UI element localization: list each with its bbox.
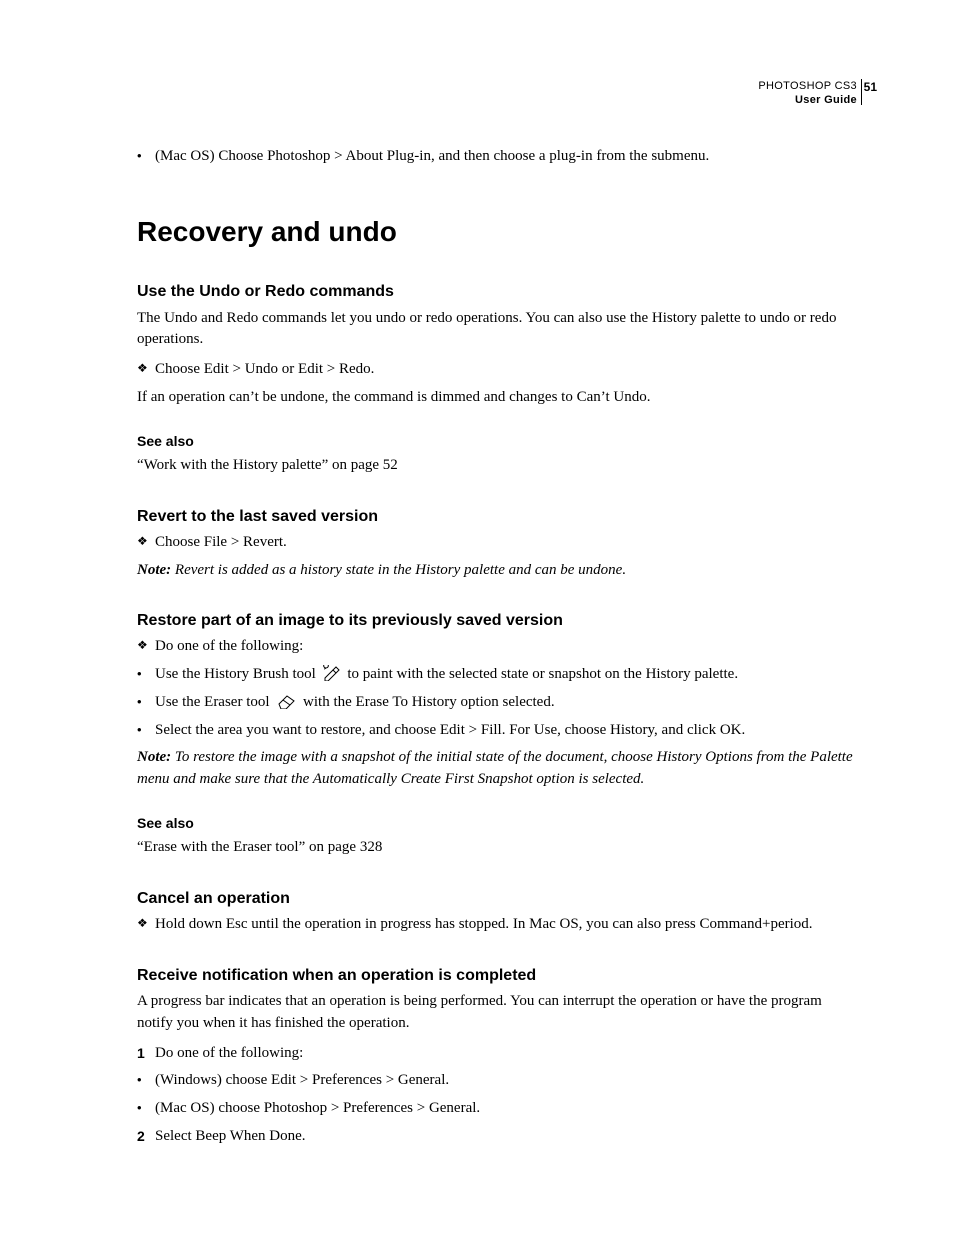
list-item: • (Windows) choose Edit > Preferences > … xyxy=(137,1070,857,1092)
numbered-step: 1 Do one of the following: xyxy=(137,1043,857,1065)
body-text: Select Beep When Done. xyxy=(155,1126,306,1148)
text-fragment: Use the History Brush tool xyxy=(155,666,320,682)
list-item: • Use the History Brush tool to paint wi… xyxy=(137,664,857,686)
see-also-heading: See also xyxy=(137,431,857,451)
step-number: 1 xyxy=(137,1043,155,1065)
note-label: Note: xyxy=(137,562,171,578)
page-content: • (Mac OS) Choose Photoshop > About Plug… xyxy=(137,146,857,1148)
body-text: Use the Eraser tool with the Erase To Hi… xyxy=(155,692,555,714)
running-header: PHOTOSHOP CS3 User Guide xyxy=(758,80,857,108)
note-label: Note: xyxy=(137,749,171,765)
body-text: Choose File > Revert. xyxy=(155,532,287,554)
diamond-icon: ❖ xyxy=(137,359,155,381)
list-item: • (Mac OS) Choose Photoshop > About Plug… xyxy=(137,146,857,168)
header-rule xyxy=(861,79,862,105)
body-text: Use the History Brush tool to paint with… xyxy=(155,664,738,686)
body-text: Do one of the following: xyxy=(155,1043,303,1065)
history-brush-icon xyxy=(323,665,341,681)
diamond-icon: ❖ xyxy=(137,636,155,658)
body-text: (Mac OS) Choose Photoshop > About Plug-i… xyxy=(155,146,709,168)
diamond-icon: ❖ xyxy=(137,914,155,936)
note-body: To restore the image with a snapshot of … xyxy=(137,749,853,787)
body-text: Select the area you want to restore, and… xyxy=(155,720,745,742)
body-text: (Windows) choose Edit > Preferences > Ge… xyxy=(155,1070,449,1092)
body-text: Choose Edit > Undo or Edit > Redo. xyxy=(155,359,374,381)
bullet-icon: • xyxy=(137,1098,155,1120)
subheading-notify: Receive notification when an operation i… xyxy=(137,964,857,987)
body-text: A progress bar indicates that an operati… xyxy=(137,991,857,1035)
diamond-icon: ❖ xyxy=(137,532,155,554)
page: PHOTOSHOP CS3 User Guide 51 • (Mac OS) C… xyxy=(0,0,954,1235)
page-number: 51 xyxy=(864,80,877,94)
section-heading: Recovery and undo xyxy=(137,212,857,253)
list-item: • Use the Eraser tool with the Erase To … xyxy=(137,692,857,714)
note: Note: To restore the image with a snapsh… xyxy=(137,747,857,791)
eraser-icon xyxy=(276,695,296,709)
text-fragment: Use the Eraser tool xyxy=(155,694,273,710)
bullet-icon: • xyxy=(137,692,155,714)
numbered-step: 2 Select Beep When Done. xyxy=(137,1126,857,1148)
body-text: If an operation can’t be undone, the com… xyxy=(137,387,857,409)
note-body: Revert is added as a history state in th… xyxy=(171,562,626,578)
bullet-icon: • xyxy=(137,664,155,686)
cross-reference: “Erase with the Eraser tool” on page 328 xyxy=(137,837,857,859)
text-fragment: with the Erase To History option selecte… xyxy=(303,694,555,710)
list-item: • (Mac OS) choose Photoshop > Preference… xyxy=(137,1098,857,1120)
body-text: Do one of the following: xyxy=(155,636,303,658)
note: Note: Revert is added as a history state… xyxy=(137,560,857,582)
body-text: The Undo and Redo commands let you undo … xyxy=(137,308,857,352)
step-item: ❖ Choose File > Revert. xyxy=(137,532,857,554)
subheading-cancel: Cancel an operation xyxy=(137,887,857,910)
see-also-heading: See also xyxy=(137,813,857,833)
step-number: 2 xyxy=(137,1126,155,1148)
step-item: ❖ Hold down Esc until the operation in p… xyxy=(137,914,857,936)
step-item: ❖ Choose Edit > Undo or Edit > Redo. xyxy=(137,359,857,381)
bullet-icon: • xyxy=(137,146,155,168)
list-item: • Select the area you want to restore, a… xyxy=(137,720,857,742)
product-name: PHOTOSHOP CS3 xyxy=(758,80,857,94)
text-fragment: to paint with the selected state or snap… xyxy=(347,666,738,682)
step-item: ❖ Do one of the following: xyxy=(137,636,857,658)
body-text: Hold down Esc until the operation in pro… xyxy=(155,914,813,936)
bullet-icon: • xyxy=(137,720,155,742)
bullet-icon: • xyxy=(137,1070,155,1092)
subheading-restore: Restore part of an image to its previous… xyxy=(137,609,857,632)
subheading-undo-redo: Use the Undo or Redo commands xyxy=(137,280,857,303)
subheading-revert: Revert to the last saved version xyxy=(137,505,857,528)
body-text: (Mac OS) choose Photoshop > Preferences … xyxy=(155,1098,480,1120)
cross-reference: “Work with the History palette” on page … xyxy=(137,455,857,477)
doc-name: User Guide xyxy=(758,94,857,108)
